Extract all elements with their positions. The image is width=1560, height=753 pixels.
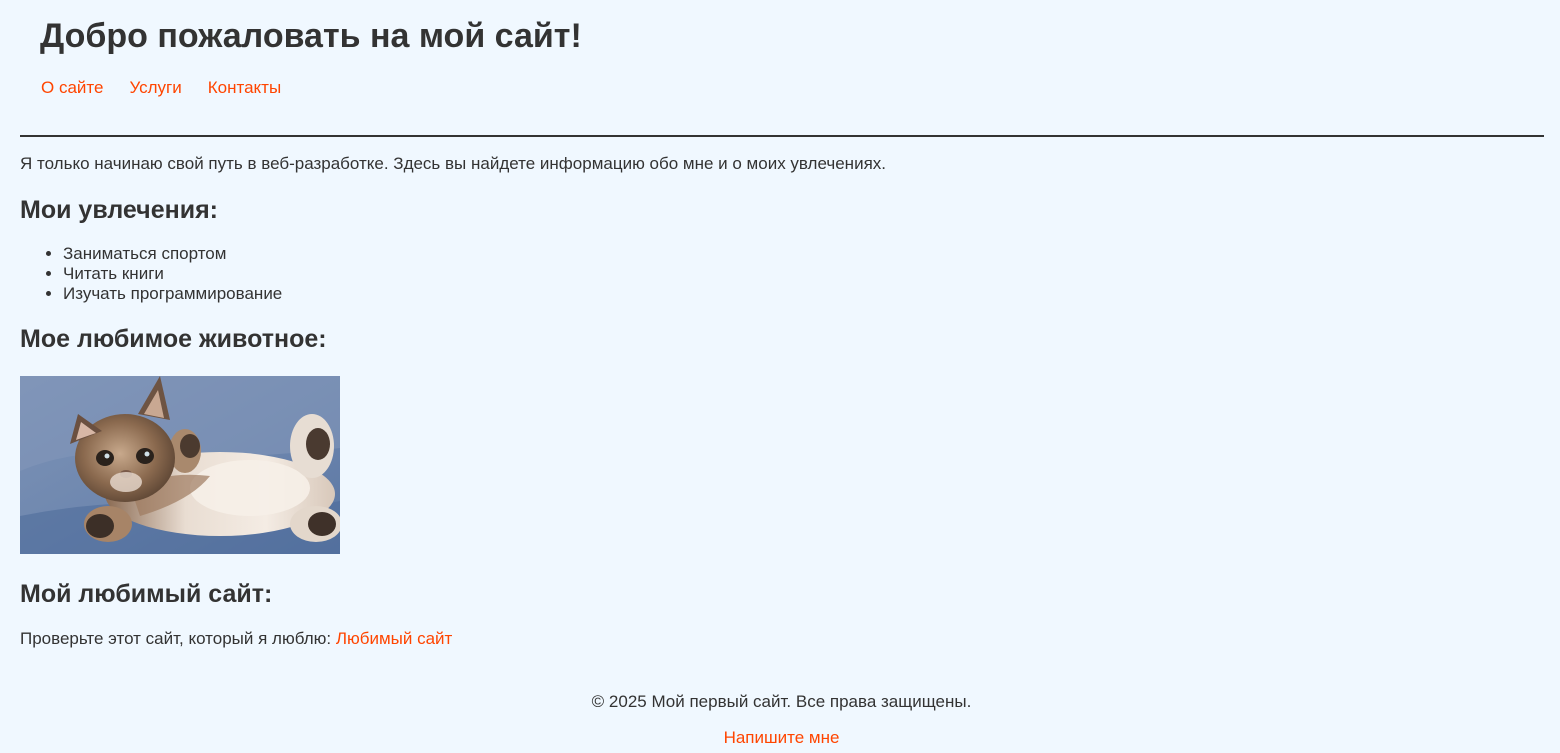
nav-link-about[interactable]: О сайте — [41, 77, 103, 99]
favorite-site-text: Проверьте этот сайт, который я люблю: — [20, 629, 332, 648]
kitten-image — [20, 376, 340, 554]
list-item: Заниматься спортом — [63, 244, 282, 264]
animal-heading: Мое любимое животное: — [20, 325, 327, 353]
hobbies-list: Заниматься спортом Читать книги Изучать … — [63, 244, 282, 304]
footer-copyright: © 2025 Мой первый сайт. Все права защище… — [591, 692, 972, 711]
intro-text: Я только начинаю свой путь в веб-разрабо… — [20, 154, 886, 173]
page-title: Добро пожаловать на мой сайт! — [40, 17, 582, 55]
nav-link-services[interactable]: Услуги — [129, 77, 181, 99]
contact-link[interactable]: Напишите мне — [724, 728, 840, 747]
favorite-site-paragraph: Проверьте этот сайт, который я люблю: Лю… — [20, 628, 452, 650]
favorite-site-link[interactable]: Любимый сайт — [336, 629, 453, 648]
nav-link-contacts[interactable]: Контакты — [208, 77, 281, 99]
site-header: Добро пожаловать на мой сайт! О сайте Ус… — [20, 0, 1544, 137]
footer-contact: Напишите мне — [0, 727, 1560, 749]
list-item: Читать книги — [63, 264, 282, 284]
favorite-site-heading: Мой любимый сайт: — [20, 580, 273, 608]
hobbies-heading: Мои увлечения: — [20, 196, 218, 224]
list-item: Изучать программирование — [63, 284, 282, 304]
main-nav: О сайте Услуги Контакты — [41, 77, 281, 99]
